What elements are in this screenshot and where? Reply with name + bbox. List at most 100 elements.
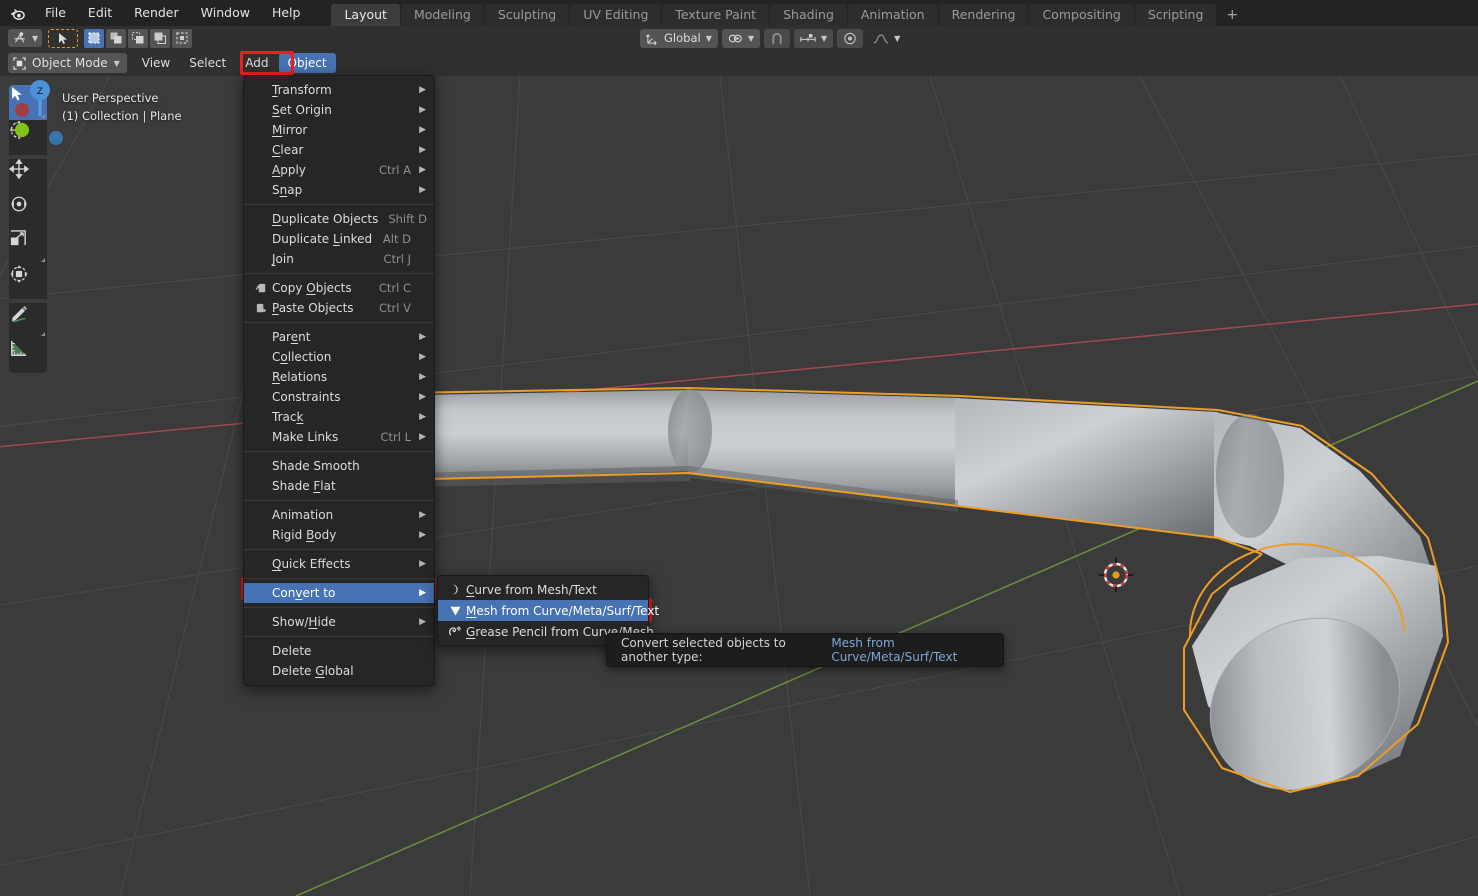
- viewport-menu-object[interactable]: Object: [279, 53, 336, 73]
- menu-item-make-links[interactable]: Make LinksCtrl L▶: [244, 427, 434, 447]
- cursor-tool-dropdown[interactable]: ▼: [8, 29, 42, 47]
- tool-measure[interactable]: [9, 338, 47, 373]
- interaction-mode-dropdown[interactable]: Object Mode ▼: [8, 53, 127, 73]
- topbar-menu-file[interactable]: File: [34, 0, 77, 26]
- tool-annotate[interactable]: [9, 303, 47, 338]
- menu-item-label: Delete Global: [272, 664, 411, 678]
- menu-item-rigid-body[interactable]: Rigid Body▶: [244, 525, 434, 545]
- tool-rotate[interactable]: [9, 194, 47, 229]
- chevron-right-icon: ▶: [416, 125, 426, 135]
- menu-item-duplicate-objects[interactable]: Duplicate ObjectsShift D: [244, 209, 434, 229]
- active-tool-indicator[interactable]: [48, 29, 78, 48]
- snap-toggle-button[interactable]: [764, 29, 790, 48]
- workspace-tab-sculpting[interactable]: Sculpting: [485, 4, 569, 26]
- workspace-tab-layout[interactable]: Layout: [331, 4, 400, 26]
- topbar-menu-render[interactable]: Render: [123, 0, 190, 26]
- workspace-tab-compositing[interactable]: Compositing: [1029, 4, 1133, 26]
- tool-scale[interactable]: [9, 229, 47, 264]
- workspace-tabs: LayoutModelingSculptingUV EditingTexture…: [331, 0, 1248, 26]
- menu-item-label: Transform: [272, 83, 411, 97]
- chevron-right-icon: ▶: [416, 510, 426, 520]
- workspace-tab-shading[interactable]: Shading: [770, 4, 847, 26]
- menu-item-apply[interactable]: ApplyCtrl A▶: [244, 160, 434, 180]
- menu-item-constraints[interactable]: Constraints▶: [244, 387, 434, 407]
- menu-item-parent[interactable]: Parent▶: [244, 327, 434, 347]
- viewport-menu-add[interactable]: Add: [236, 53, 277, 73]
- menu-item-clear[interactable]: Clear▶: [244, 140, 434, 160]
- chevron-down-icon: ▼: [894, 34, 900, 43]
- menu-item-join[interactable]: Join Ctrl J: [244, 249, 434, 269]
- menu-item-relations[interactable]: Relations▶: [244, 367, 434, 387]
- add-workspace-button[interactable]: +: [1217, 4, 1247, 26]
- menu-item-collection[interactable]: Collection▶: [244, 347, 434, 367]
- select-invert-icon[interactable]: [150, 29, 170, 48]
- menu-item-delete-global[interactable]: Delete Global: [244, 661, 434, 681]
- transform-orientation-dropdown[interactable]: Global ▼: [640, 29, 718, 48]
- menu-item-copy-objects[interactable]: Copy ObjectsCtrl C: [244, 278, 434, 298]
- menu-item-delete[interactable]: Delete: [244, 641, 434, 661]
- menu-item-label: Convert to: [272, 586, 411, 600]
- menu-item-convert-to[interactable]: Convert to ▶: [244, 583, 434, 603]
- workspace-tab-uv-editing[interactable]: UV Editing: [570, 4, 661, 26]
- viewport-menu-view[interactable]: View: [133, 53, 179, 73]
- navigation-gizmo[interactable]: Z: [0, 76, 80, 156]
- menu-item-mesh-from-curve-meta-surf-text[interactable]: Mesh from Curve/Meta/Surf/Text: [438, 600, 648, 621]
- topbar-menu-edit[interactable]: Edit: [77, 0, 123, 26]
- snap-target-dropdown[interactable]: ▼: [794, 29, 833, 48]
- workspace-tab-scripting[interactable]: Scripting: [1135, 4, 1217, 26]
- menu-item-quick-effects[interactable]: Quick Effects▶: [244, 554, 434, 574]
- topbar-menu-help[interactable]: Help: [261, 0, 312, 26]
- chevron-right-icon: ▶: [416, 530, 426, 540]
- menu-item-track[interactable]: Track▶: [244, 407, 434, 427]
- workspace-tab-animation[interactable]: Animation: [848, 4, 938, 26]
- menu-item-animation[interactable]: Animation▶: [244, 505, 434, 525]
- chevron-right-icon: ▶: [416, 105, 426, 115]
- workspace-tab-rendering[interactable]: Rendering: [939, 4, 1029, 26]
- chevron-down-icon: ▼: [114, 59, 120, 68]
- blender-logo-icon[interactable]: [0, 5, 34, 22]
- workspace-tab-modeling[interactable]: Modeling: [401, 4, 484, 26]
- menu-item-label: Clear: [272, 143, 411, 157]
- select-intersect-icon[interactable]: [172, 29, 192, 48]
- menu-item-shortcut: Ctrl C: [379, 281, 411, 295]
- menu-item-transform[interactable]: Transform ▶: [244, 80, 434, 100]
- tool-expand-corner[interactable]: [41, 332, 45, 336]
- menu-separator: [244, 451, 434, 452]
- viewport-menu-select[interactable]: Select: [180, 53, 235, 73]
- tool-transform[interactable]: [9, 264, 47, 299]
- chevron-right-icon: ▶: [416, 392, 426, 402]
- chevron-right-icon: ▶: [416, 85, 426, 95]
- select-subtract-icon[interactable]: [128, 29, 148, 48]
- select-extend-icon[interactable]: [106, 29, 126, 48]
- select-set-icon[interactable]: [84, 29, 104, 48]
- 3d-viewport[interactable]: User Perspective (1) Collection | Plane …: [0, 76, 1478, 896]
- menu-item-duplicate-linked[interactable]: Duplicate LinkedAlt D: [244, 229, 434, 249]
- menu-item-snap[interactable]: Snap▶: [244, 180, 434, 200]
- menu-item-label: Join: [272, 252, 373, 266]
- viewport-header: Object Mode ▼ ViewSelectAddObject ▼ ▼: [0, 50, 1478, 76]
- workspace-tab-texture-paint[interactable]: Texture Paint: [662, 4, 769, 26]
- transform-controls: Global ▼ ▼: [640, 26, 906, 50]
- menu-item-set-origin[interactable]: Set Origin▶: [244, 100, 434, 120]
- tool-expand-corner[interactable]: [41, 258, 45, 262]
- menu-item-mirror[interactable]: Mirror▶: [244, 120, 434, 140]
- proportional-editing-toggle[interactable]: [837, 29, 863, 48]
- pivot-point-dropdown[interactable]: ▼: [722, 29, 760, 48]
- menu-item-paste-objects[interactable]: Paste ObjectsCtrl V: [244, 298, 434, 318]
- menu-item-label: Apply: [272, 163, 369, 177]
- menu-item-curve-from-mesh-text[interactable]: Curve from Mesh/Text: [438, 579, 648, 600]
- menu-item-shade-flat[interactable]: Shade Flat: [244, 476, 434, 496]
- menu-item-show-hide[interactable]: Show/Hide▶: [244, 612, 434, 632]
- top-bar: FileEditRenderWindowHelp LayoutModelingS…: [0, 0, 1478, 26]
- tool-settings-header: ▼ Global ▼: [0, 26, 1478, 50]
- falloff-dropdown[interactable]: ▼: [867, 29, 906, 48]
- menu-item-shade-smooth[interactable]: Shade Smooth: [244, 456, 434, 476]
- topbar-menu-window[interactable]: Window: [190, 0, 261, 26]
- menu-item-label: Mesh from Curve/Meta/Surf/Text: [466, 604, 659, 618]
- tooltip-highlight: Mesh from Curve/Meta/Surf/Text: [831, 636, 989, 664]
- tool-move[interactable]: [9, 159, 47, 194]
- chevron-right-icon: ▶: [416, 588, 426, 598]
- chevron-right-icon: ▶: [416, 432, 426, 442]
- menu-item-shortcut: Ctrl J: [383, 252, 411, 266]
- chevron-right-icon: ▶: [416, 352, 426, 362]
